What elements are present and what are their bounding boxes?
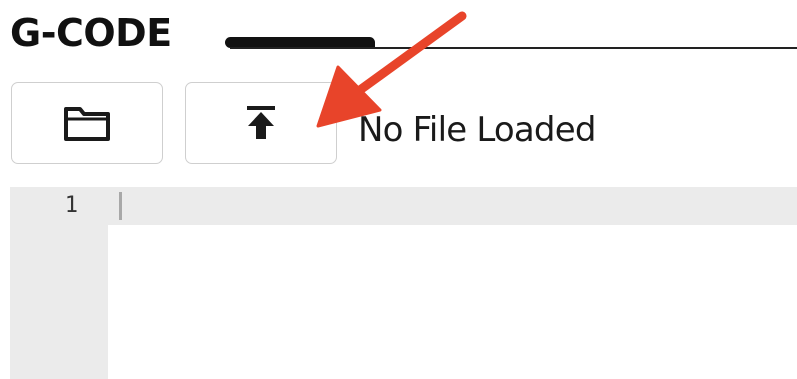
text-cursor [119,192,122,220]
active-line-highlight [108,187,797,225]
folder-icon [64,107,110,141]
upload-icon [247,106,275,139]
header-divider [230,47,797,49]
open-file-button[interactable] [11,82,163,164]
panel-title: G-CODE [10,11,172,55]
upload-file-button[interactable] [185,82,337,164]
gcode-panel: G-CODE No File Loaded 1 [0,0,797,379]
line-number: 1 [64,193,78,218]
gcode-editor[interactable]: 1 [10,187,797,379]
file-status-text: No File Loaded [358,110,596,150]
